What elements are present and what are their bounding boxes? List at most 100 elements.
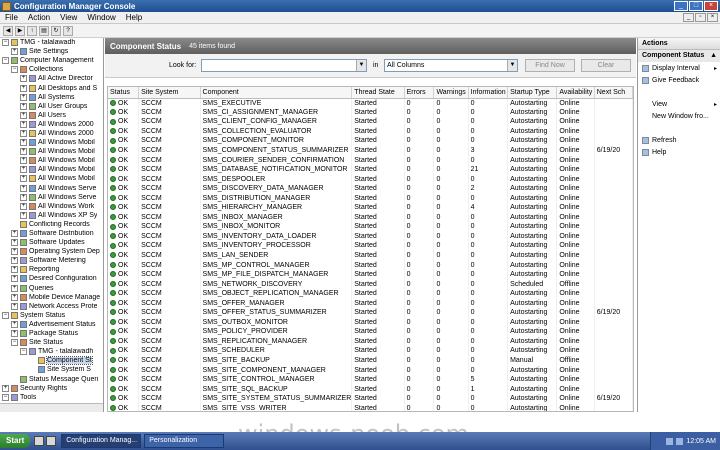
tree-node[interactable]: − System Status	[0, 311, 103, 320]
expand-icon[interactable]: +	[11, 266, 18, 274]
tree-node[interactable]: + All Windows Mobil	[0, 174, 103, 183]
tree-node[interactable]: + All Windows Mobil	[0, 165, 103, 174]
collapse-icon[interactable]: −	[11, 339, 18, 347]
in-columns-select[interactable]: All Columns ▼	[384, 59, 518, 72]
close-button[interactable]: ×	[704, 1, 718, 11]
expand-icon[interactable]: +	[2, 384, 9, 392]
action-item[interactable]: Display Interval ▸	[638, 62, 720, 74]
table-row[interactable]: OK SCCM SMS_MP_CONTROL_MANAGER Started 0 0 0 Au…	[108, 260, 633, 270]
column-header[interactable]: Status	[108, 87, 140, 99]
tree-node[interactable]: + Software Distribution	[0, 229, 103, 238]
tree-node[interactable]: + Operating System Dep	[0, 247, 103, 256]
tree-node[interactable]: + All Users	[0, 111, 103, 120]
mdi-close-button[interactable]: ×	[707, 13, 718, 22]
table-row[interactable]: OK SCCM SMS_SITE_COMPONENT_MANAGER Started 0…	[108, 365, 633, 375]
collapse-icon[interactable]: −	[2, 393, 9, 401]
expand-icon[interactable]: +	[11, 48, 18, 56]
column-header[interactable]: Availability	[556, 87, 595, 99]
clear-button[interactable]: Clear	[581, 59, 631, 72]
expand-icon[interactable]: +	[11, 248, 18, 256]
tree-node[interactable]: Site System S	[0, 365, 103, 374]
table-row[interactable]: OK SCCM SMS_OFFER_MANAGER Started 0 0 0 Autosta…	[108, 298, 633, 309]
expand-icon[interactable]: +	[20, 211, 27, 219]
tree-node[interactable]: − TMG - talalawadh	[0, 38, 103, 47]
table-row[interactable]: OK SCCM SMS_SITE_VSS_WRITER Started 0 0 0 Autos…	[108, 403, 633, 411]
tree-node[interactable]: − TMG - talalawadh	[0, 347, 103, 356]
tree-node[interactable]: − Collections	[0, 65, 103, 74]
tree-node[interactable]: + All Windows Work	[0, 202, 103, 211]
table-row[interactable]: OK SCCM SMS_EXECUTIVE Started 0 0 0 Autostartin…	[108, 98, 633, 108]
column-header[interactable]: Thread State	[351, 87, 405, 99]
expand-icon[interactable]: +	[20, 184, 27, 192]
tree-node[interactable]: + All Systems	[0, 93, 103, 102]
column-header[interactable]: Warnings	[433, 87, 469, 99]
table-row[interactable]: OK SCCM SMS_MP_FILE_DISPATCH_MANAGER Starte…	[108, 269, 633, 280]
start-button[interactable]: Start	[0, 434, 31, 448]
tree-node[interactable]: + Network Access Prote	[0, 302, 103, 311]
expand-icon[interactable]: +	[20, 111, 27, 119]
expand-icon[interactable]: +	[11, 275, 18, 283]
tree-node[interactable]: + Security Rights	[0, 384, 103, 393]
menu-action[interactable]: Action	[23, 13, 55, 22]
tree-node[interactable]: + All Windows Mobil	[0, 156, 103, 165]
table-row[interactable]: OK SCCM SMS_SITE_SQL_BACKUP Started 0 0 1 Autos…	[108, 384, 633, 394]
expand-icon[interactable]: +	[11, 230, 18, 238]
expand-icon[interactable]: +	[11, 284, 18, 292]
table-row[interactable]: OK SCCM SMS_COLLECTION_EVALUATOR Started 0 0 0…	[108, 126, 633, 137]
menu-window[interactable]: Window	[82, 13, 120, 22]
table-row[interactable]: OK SCCM SMS_CLIENT_CONFIG_MANAGER Started 0 0…	[108, 117, 633, 127]
tree-node[interactable]: + All Windows Serve	[0, 184, 103, 193]
table-row[interactable]: OK SCCM SMS_NETWORK_DISCOVERY Started 0 0 0 Sch…	[108, 279, 633, 289]
column-header[interactable]: Site System	[138, 87, 201, 99]
expand-icon[interactable]: +	[11, 320, 18, 328]
column-header[interactable]: Next Sch	[594, 87, 633, 99]
expand-icon[interactable]: +	[11, 239, 18, 247]
expand-icon[interactable]: +	[20, 129, 27, 137]
table-row[interactable]: OK SCCM SMS_DATABASE_NOTIFICATION_MONITOR S…	[108, 164, 633, 175]
tree-node[interactable]: + Mobile Device Manage	[0, 293, 103, 302]
menu-help[interactable]: Help	[121, 13, 147, 22]
chevron-down-icon[interactable]: ▼	[356, 60, 366, 71]
table-row[interactable]: OK SCCM SMS_SITE_BACKUP Started 0 0 0 Manual Off…	[108, 355, 633, 366]
tree-node[interactable]: + All Windows XP Sy	[0, 211, 103, 220]
network-icon[interactable]	[666, 437, 674, 445]
tree-node[interactable]: + All User Groups	[0, 102, 103, 111]
expand-icon[interactable]: +	[11, 257, 18, 265]
show-desktop-icon[interactable]	[34, 436, 45, 446]
refresh-icon[interactable]: ↻	[51, 25, 61, 36]
maximize-button[interactable]: □	[689, 1, 703, 11]
collapse-up-icon[interactable]: ▲	[710, 50, 717, 62]
table-row[interactable]: OK SCCM SMS_LAN_SENDER Started 0 0 0 Autostarti…	[108, 250, 633, 261]
look-for-input[interactable]: ▼	[201, 59, 367, 72]
tree-node[interactable]: + Software Updates	[0, 238, 103, 247]
tree-node[interactable]: + All Windows Serve	[0, 193, 103, 202]
column-header[interactable]: Component	[200, 87, 353, 99]
mdi-minimize-button[interactable]: _	[683, 13, 694, 22]
expand-icon[interactable]: +	[20, 148, 27, 156]
tree-node[interactable]: + Software Metering	[0, 256, 103, 265]
expand-icon[interactable]: +	[11, 293, 18, 301]
table-row[interactable]: OK SCCM SMS_DESPOOLER Started 0 0 0 Autostartin…	[108, 174, 633, 184]
tree-node[interactable]: + Package Status	[0, 329, 103, 338]
table-row[interactable]: OK SCCM SMS_SITE_CONTROL_MANAGER Started 0 0 5…	[108, 374, 633, 385]
find-now-button[interactable]: Find Now	[525, 59, 575, 72]
table-row[interactable]: OK SCCM SMS_INVENTORY_DATA_LOADER Started 0 0…	[108, 231, 633, 242]
table-row[interactable]: OK SCCM SMS_SCHEDULER Started 0 0 0 Autostartin…	[108, 346, 633, 356]
clock[interactable]: 12:05 AM	[686, 438, 716, 445]
tree-node[interactable]: − Tools	[0, 393, 103, 402]
tree-node[interactable]: + All Windows 2000	[0, 120, 103, 129]
expand-icon[interactable]: +	[11, 302, 18, 310]
actions-section-header[interactable]: Component Status ▲	[638, 50, 720, 62]
menu-file[interactable]: File	[0, 13, 23, 22]
table-row[interactable]: OK SCCM SMS_OFFER_STATUS_SUMMARIZER Started…	[108, 308, 633, 318]
tree-node[interactable]: + All Windows 2000	[0, 129, 103, 138]
expand-icon[interactable]: +	[20, 75, 27, 83]
table-row[interactable]: OK SCCM SMS_COMPONENT_STATUS_SUMMARIZER Sta…	[108, 145, 633, 156]
expand-icon[interactable]: +	[20, 175, 27, 183]
explorer-icon[interactable]	[46, 436, 57, 446]
expand-icon[interactable]: +	[20, 84, 27, 92]
column-header[interactable]: Startup Type	[507, 87, 558, 99]
tree-node[interactable]: + Queries	[0, 284, 103, 293]
table-row[interactable]: OK SCCM SMS_POLICY_PROVIDER Started 0 0 0 Autos…	[108, 327, 633, 337]
taskbar-item-personalization[interactable]: Personalization	[144, 434, 225, 448]
